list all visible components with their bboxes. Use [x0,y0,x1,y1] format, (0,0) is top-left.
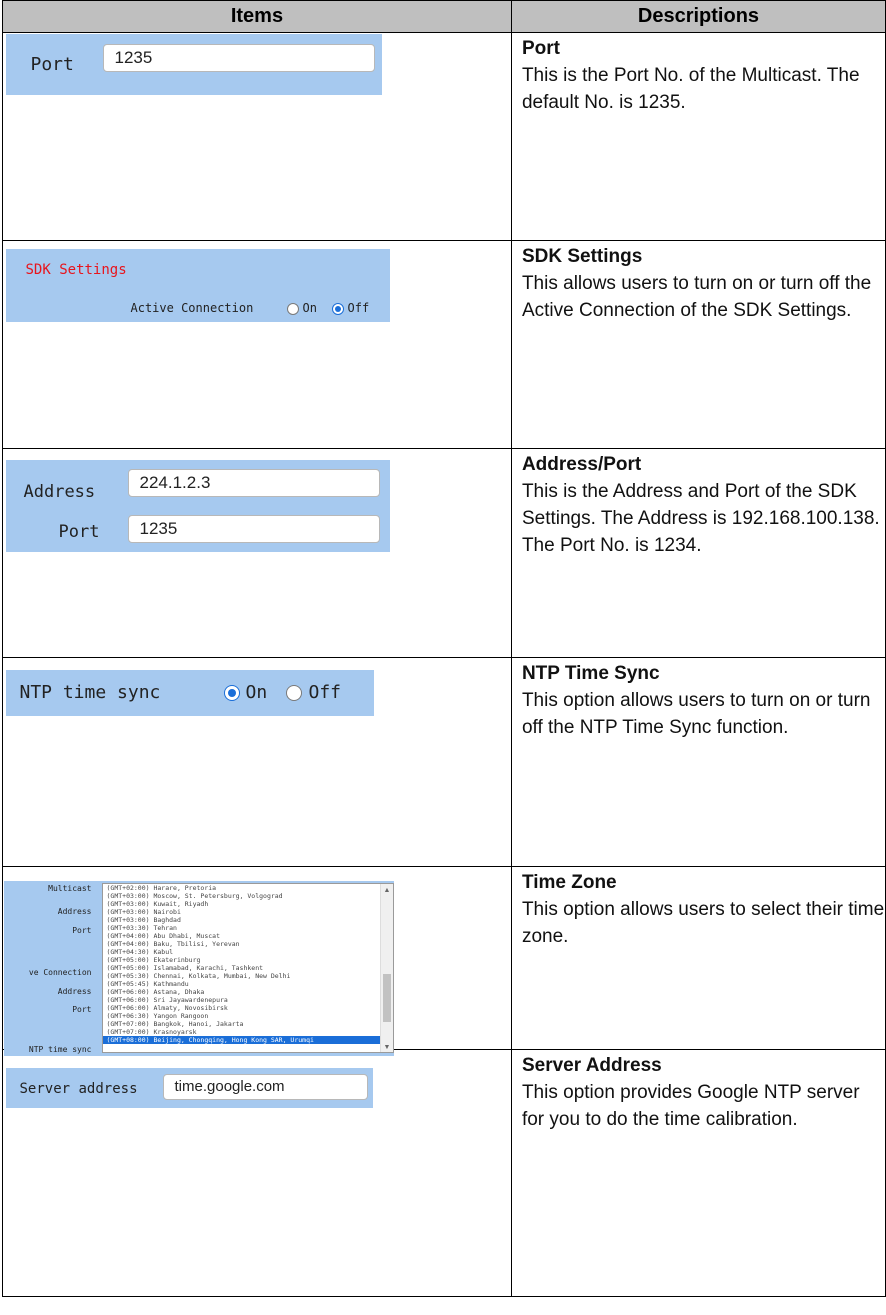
description-cell: NTP Time Sync This option allows users t… [510,657,886,867]
table-header-row: Items Descriptions [2,0,886,33]
ntp-off-label: Off [308,681,342,703]
items-cell: NTP time sync On Off [2,657,512,867]
description-title: Port [521,38,560,59]
time-zone-side-label: Address [57,986,92,996]
time-zone-scrollbar[interactable]: ▲ ▼ [379,883,393,1052]
active-on-radio[interactable] [286,302,299,315]
description-title: NTP Time Sync [521,663,660,684]
scroll-down-icon[interactable]: ▼ [384,1043,391,1051]
active-off-radio[interactable] [331,302,344,315]
port-label: Port [58,521,100,542]
address-port-panel: Address 224.1.2.3 Port 1235 [5,459,390,552]
description-title: Server Address [521,1055,662,1076]
port-panel: Port 1235 [5,33,382,95]
table-row-ntp-time-sync: NTP time sync On Off NTP Time Sync This … [2,657,886,867]
time-zone-option[interactable]: (GMT+06:00) Almaty, Novosibirsk [103,1004,393,1012]
active-connection-label: Active Connection [130,300,254,315]
description-body: This option provides Google NTP server f… [521,1082,860,1130]
scroll-up-icon[interactable]: ▲ [384,886,391,894]
time-zone-side-label: Multicast [48,883,92,893]
ntp-on-label: On [245,681,268,703]
description-title: Address/Port [521,454,642,475]
time-zone-option[interactable]: (GMT+05:30) Chennai, Kolkata, Mumbai, Ne… [103,972,393,980]
time-zone-option[interactable]: (GMT+03:00) Nairobi [103,908,393,916]
time-zone-option[interactable]: (GMT+04:00) Baku, Tbilisi, Yerevan [103,940,393,948]
port-input[interactable]: 1235 [127,514,380,543]
time-zone-option-selected[interactable]: (GMT+08:00) Beijing, Chongqing, Hong Kon… [102,1035,393,1044]
description-cell: Address/Port This is the Address and Por… [510,448,886,658]
time-zone-side-label: Port [72,925,92,935]
table-row-port: Port 1235 Port This is the Port No. of t… [2,32,886,241]
time-zone-option[interactable]: (GMT+06:30) Yangon Rangoon [103,1012,393,1020]
ntp-sync-panel: NTP time sync On Off [5,669,374,716]
descriptions-header: Descriptions [510,0,886,33]
items-cell: Address 224.1.2.3 Port 1235 [2,448,512,658]
description-title: SDK Settings [521,246,643,267]
time-zone-option[interactable]: (GMT+03:00) Baghdad [103,916,393,924]
table-row-address-port: Address 224.1.2.3 Port 1235 Address/Port… [2,448,886,658]
description-body: This is the Address and Port of the SDK … [521,481,880,556]
time-zone-option[interactable]: (GMT+05:45) Kathmandu [103,980,393,988]
server-address-input[interactable]: time.google.com [162,1073,368,1100]
time-zone-option[interactable]: (GMT+03:30) Tehran [103,924,393,932]
table-row-sdk-settings: SDK Settings Active Connection On Off SD… [2,240,886,449]
items-cell: Port 1235 [2,32,512,241]
active-on-label: On [302,300,317,315]
ntp-sync-label: NTP time sync [19,681,161,703]
time-zone-option[interactable]: (GMT+03:00) Moscow, St. Petersburg, Volg… [103,892,393,900]
description-body: This allows users to turn on or turn off… [521,273,872,321]
time-zone-option[interactable]: (GMT+02:00) Harare, Pretoria [103,884,393,892]
table-row-server-address: Server address time.google.com Server Ad… [2,1049,886,1297]
ntp-off-radio[interactable] [285,684,302,701]
description-cell: SDK Settings This allows users to turn o… [510,240,886,449]
time-zone-option[interactable]: (GMT+07:00) Bangkok, Hanoi, Jakarta [103,1020,393,1028]
ntp-on-radio[interactable] [223,684,240,701]
description-cell: Port This is the Port No. of the Multica… [510,32,886,241]
time-zone-side-label: NTP time sync [28,1044,92,1054]
time-zone-option[interactable]: (GMT+06:00) Astana, Dhaka [103,988,393,996]
table-row-time-zone: Multicast Address Port ve Connection Address… [2,866,886,1056]
time-zone-option[interactable]: (GMT+05:00) Ekaterinburg [103,956,393,964]
items-header: Items [2,0,512,33]
items-cell: SDK Settings Active Connection On Off [2,240,512,449]
time-zone-panel: Multicast Address Port ve Connection Address… [3,880,394,1056]
feature-table: Items Descriptions Port 1235 Port This i… [2,0,886,1297]
items-cell: Server address time.google.com [2,1049,512,1297]
time-zone-option[interactable]: (GMT+05:00) Islamabad, Karachi, Tashkent [103,964,393,972]
server-address-panel: Server address time.google.com [5,1067,373,1108]
sdk-settings-title: SDK Settings [25,261,127,278]
time-zone-option[interactable]: (GMT+07:00) Krasnoyarsk [103,1028,393,1036]
description-body: This is the Port No. of the Multicast. T… [521,65,860,113]
time-zone-option[interactable]: (GMT+06:00) Sri Jayawardenepura [103,996,393,1004]
server-address-label: Server address [19,1080,138,1097]
time-zone-side-label: Address [57,906,92,916]
time-zone-side-label: Port [72,1004,92,1014]
description-cell: Server Address This option provides Goog… [510,1049,886,1297]
time-zone-option[interactable]: (GMT+04:00) Abu Dhabi, Muscat [103,932,393,940]
time-zone-option[interactable]: (GMT+03:00) Kuwait, Riyadh [103,900,393,908]
time-zone-side-label: ve Connection [28,967,92,977]
port-label: Port [30,53,74,75]
description-title: Time Zone [521,872,617,893]
scroll-thumb[interactable] [382,973,391,1022]
sdk-settings-panel: SDK Settings Active Connection On Off [5,248,390,322]
address-input[interactable]: 224.1.2.3 [127,468,380,497]
active-off-label: Off [347,300,370,315]
time-zone-option[interactable]: (GMT+04:30) Kabul [103,948,393,956]
time-zone-listbox[interactable]: (GMT+02:00) Harare, Pretoria (GMT+03:00) … [101,882,394,1053]
description-body: This option allows users to turn on or t… [521,690,871,738]
address-label: Address [23,481,96,502]
time-zone-options: (GMT+02:00) Harare, Pretoria (GMT+03:00) … [102,884,393,1044]
description-cell: Time Zone This option allows users to se… [510,866,886,1050]
port-input[interactable]: 1235 [102,43,375,72]
description-body: This option allows users to select their… [521,899,885,947]
items-cell: Multicast Address Port ve Connection Address… [2,866,512,1056]
